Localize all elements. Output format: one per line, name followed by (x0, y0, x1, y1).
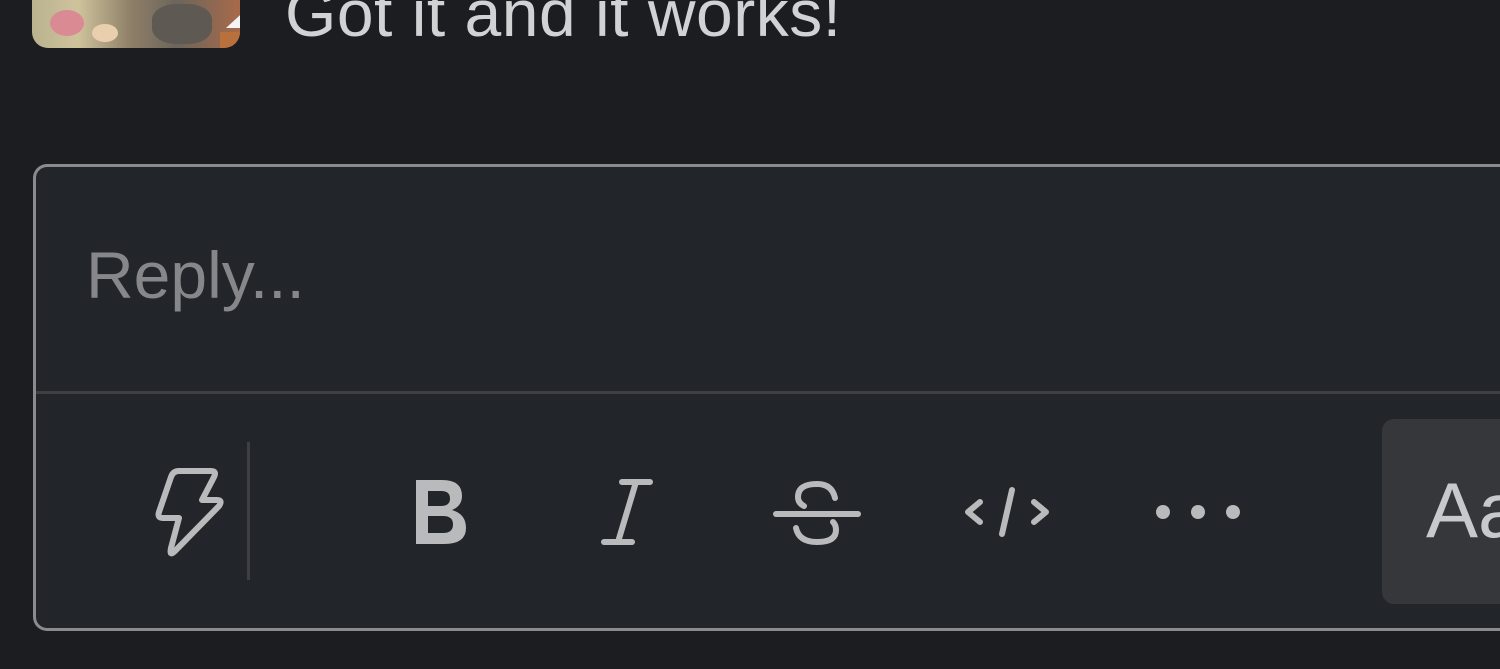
more-formatting-button[interactable] (1153, 422, 1243, 602)
lightning-bolt-icon (155, 468, 224, 557)
bold-button[interactable] (394, 422, 484, 602)
strikethrough-icon (773, 480, 861, 546)
reply-composer: Aa (33, 164, 1500, 631)
italic-button[interactable] (581, 422, 671, 602)
more-formatting-icon (1156, 505, 1240, 519)
reply-input[interactable] (36, 167, 1500, 391)
text-format-toggle-button[interactable]: Aa (1382, 419, 1500, 604)
toolbar-separator (247, 442, 250, 580)
message-text: Got it and it works! (285, 0, 842, 50)
avatar[interactable] (32, 0, 240, 48)
code-icon (965, 487, 1049, 537)
code-button[interactable] (962, 422, 1052, 602)
formatting-toolbar: Aa (36, 394, 1500, 631)
italic-icon (601, 479, 653, 545)
text-format-label: Aa (1426, 466, 1500, 554)
bold-icon (416, 480, 466, 544)
shortcuts-button[interactable] (142, 422, 232, 602)
strikethrough-button[interactable] (772, 422, 862, 602)
